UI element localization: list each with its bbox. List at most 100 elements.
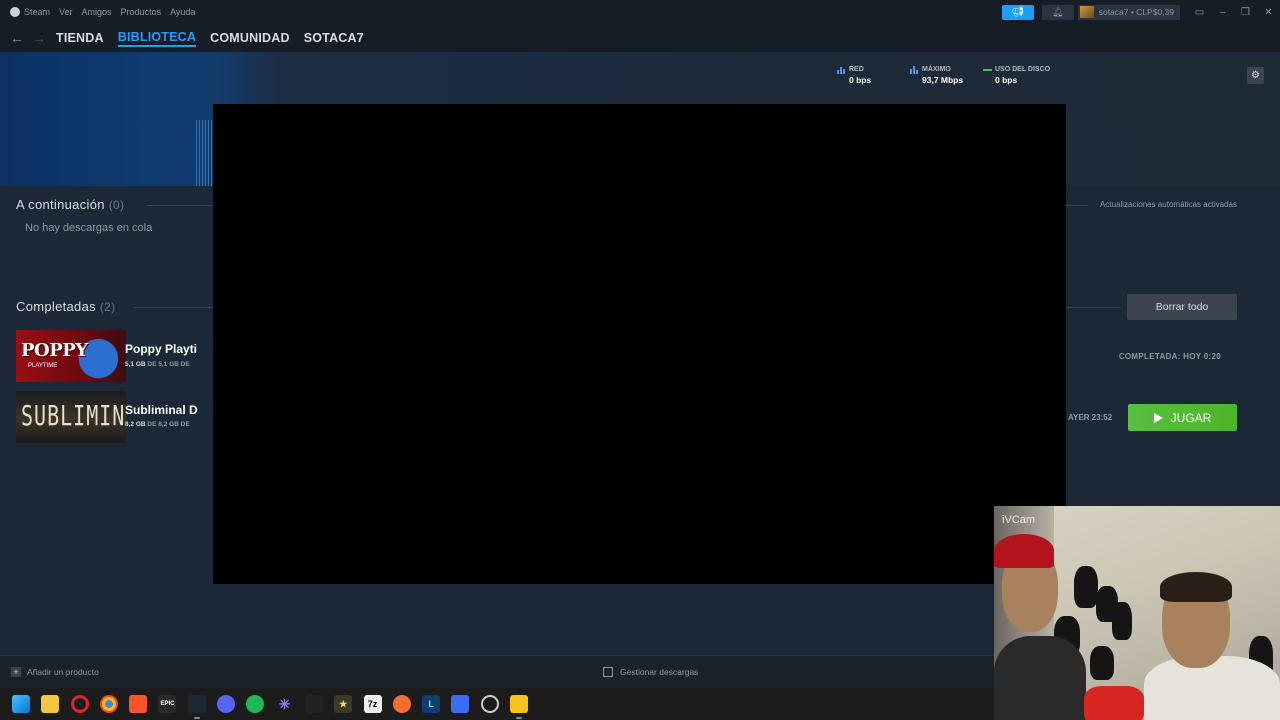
stat-peak-label: MÁXIMO	[922, 66, 951, 73]
banner-art	[196, 120, 214, 186]
queue-title-text: A continuación	[16, 197, 105, 212]
nav-comunidad[interactable]: COMUNIDAD	[210, 31, 290, 45]
download-icon	[603, 667, 613, 677]
size-done: 5,1 GB	[125, 361, 146, 368]
stat-disk: USO DEL DISCO 0 bps	[983, 66, 1051, 85]
add-product-label: Añadir un producto	[27, 667, 99, 677]
roblox-icon[interactable]	[451, 695, 470, 713]
stat-network-label: RED	[849, 66, 864, 73]
queue-empty-message: No hay descargas en cola	[25, 222, 153, 234]
peak-bars-icon	[910, 66, 918, 74]
menu-ayuda[interactable]: Ayuda	[170, 7, 195, 17]
spotify-icon[interactable]	[246, 695, 265, 713]
origin-icon[interactable]	[392, 695, 411, 713]
person-right-shirt	[1144, 656, 1280, 720]
close-icon[interactable]: ✕	[1257, 7, 1280, 18]
nav-biblioteca[interactable]: BIBLIOTECA	[117, 30, 197, 47]
completed-divider	[134, 307, 213, 308]
announcements-button[interactable]: 📢︎	[1001, 4, 1034, 20]
size-rest: DE 5,1 GB DE	[147, 361, 190, 368]
stat-disk-value: 0 bps	[995, 75, 1018, 85]
thumb-subtitle: PLAYTIME	[28, 363, 58, 369]
nav-profile[interactable]: SOTACA7	[304, 31, 364, 45]
notifications-button[interactable]: 🔔︎	[1041, 4, 1074, 20]
chrome-icon[interactable]	[99, 695, 118, 713]
main-nav: ← → TIENDA BIBLIOTECA COMUNIDAD SOTACA7	[0, 24, 1280, 52]
nav-tienda[interactable]: TIENDA	[56, 31, 104, 45]
queue-count: (0)	[108, 198, 125, 212]
wall-hat	[1090, 646, 1114, 680]
stat-peak: MÁXIMO 93,7 Mbps	[910, 66, 964, 85]
menu-ver[interactable]: Ver	[59, 7, 73, 17]
windows-icon[interactable]	[12, 695, 30, 713]
stat-disk-label: USO DEL DISCO	[995, 66, 1051, 73]
manage-downloads-label: Gestionar descargas	[620, 667, 699, 677]
subliminal-thumbnail[interactable]: SUBLIMINAL	[16, 391, 126, 443]
network-bars-icon	[837, 66, 845, 74]
title-menu-bar: Steam Ver Amigos Productos Ayuda 📢︎ 🔔︎ s…	[0, 0, 1280, 24]
webcam-feed: iVCam	[994, 506, 1280, 720]
clear-all-button[interactable]: Borrar todo	[1127, 294, 1237, 320]
play-icon	[1153, 412, 1163, 423]
black-overlay-window	[213, 104, 1066, 584]
discord-icon[interactable]	[217, 695, 236, 713]
game-name[interactable]: Poppy Playti	[125, 342, 197, 356]
auto-updates-label[interactable]: Actualizaciones automáticas activadas	[1100, 200, 1237, 209]
account-label: sotaca7 • CLP$0,39	[1098, 7, 1174, 17]
disk-line-icon	[983, 69, 992, 71]
menu-productos[interactable]: Productos	[121, 7, 162, 17]
completed-count: (2)	[99, 300, 116, 314]
stat-peak-value: 93,7 Mbps	[922, 75, 964, 85]
lunar-icon[interactable]: L	[422, 695, 441, 713]
play-button[interactable]: JUGAR	[1128, 404, 1237, 431]
game-size: 5,1 GB DE 5,1 GB DE	[125, 361, 190, 368]
back-arrow-icon[interactable]: ←	[10, 30, 24, 46]
plus-icon: +	[11, 667, 21, 677]
thumb-title: SUBLIMINAL	[21, 398, 126, 432]
game-name[interactable]: Subliminal D	[125, 403, 198, 417]
completed-title-text: Completadas	[16, 299, 96, 314]
blank-app-icon[interactable]	[304, 695, 323, 713]
webcam-label: iVCam	[1002, 514, 1036, 526]
opera-icon[interactable]	[70, 695, 89, 713]
red-object	[1084, 686, 1144, 720]
settings-button[interactable]: ⚙	[1247, 67, 1264, 84]
steam-icon[interactable]	[187, 695, 206, 719]
person-left-shirt	[994, 636, 1086, 720]
red-cap	[994, 534, 1054, 568]
size-done: 8,2 GB	[125, 421, 146, 428]
person-right-hair	[1160, 572, 1232, 602]
game-size: 8,2 GB DE 8,2 GB DE	[125, 421, 190, 428]
menu-amigos[interactable]: Amigos	[82, 7, 112, 17]
manage-downloads-button[interactable]: Gestionar descargas	[603, 667, 698, 677]
size-rest: DE 8,2 GB DE	[147, 421, 190, 428]
poppy-playtime-thumbnail[interactable]: POPPY PLAYTIME	[16, 330, 126, 382]
completed-status: AYER 23:52	[1068, 413, 1113, 422]
wall-hat	[1112, 602, 1132, 640]
file-explorer-icon[interactable]	[41, 695, 60, 713]
completed-title: Completadas (2)	[16, 299, 115, 314]
play-label: JUGAR	[1170, 410, 1212, 425]
queue-divider	[147, 205, 213, 206]
completed-status: COMPLETADA: HOY 0:20	[1118, 352, 1221, 361]
epic-games-icon[interactable]: EPIC	[158, 695, 177, 713]
movie-app-icon[interactable]: ★	[334, 695, 353, 713]
restore-icon[interactable]: ❐	[1234, 7, 1257, 18]
forward-arrow-icon[interactable]: →	[32, 30, 46, 46]
settings-icon[interactable]	[480, 695, 499, 713]
ivcam-icon[interactable]	[510, 695, 529, 719]
brave-icon[interactable]	[129, 695, 148, 713]
stat-network: RED 0 bps	[837, 66, 871, 85]
bell-icon: 🔔︎	[1052, 6, 1064, 17]
add-product-button[interactable]: + Añadir un producto	[11, 667, 99, 677]
minimize-icon[interactable]: –	[1211, 7, 1234, 18]
wall-hat	[1074, 566, 1098, 608]
menu-steam[interactable]: Steam	[24, 7, 50, 17]
queue-title: A continuación (0)	[16, 197, 124, 212]
account-menu[interactable]: sotaca7 • CLP$0,39	[1077, 4, 1180, 20]
big-picture-icon[interactable]: ▭	[1188, 7, 1211, 18]
steam-logo-icon[interactable]	[10, 7, 20, 17]
7zip-icon[interactable]: 7z	[363, 695, 382, 713]
title-bar-right: 📢︎ 🔔︎ sotaca7 • CLP$0,39 ▭ – ❐ ✕	[1001, 0, 1280, 24]
star-app-icon[interactable]: ✳	[276, 695, 294, 713]
